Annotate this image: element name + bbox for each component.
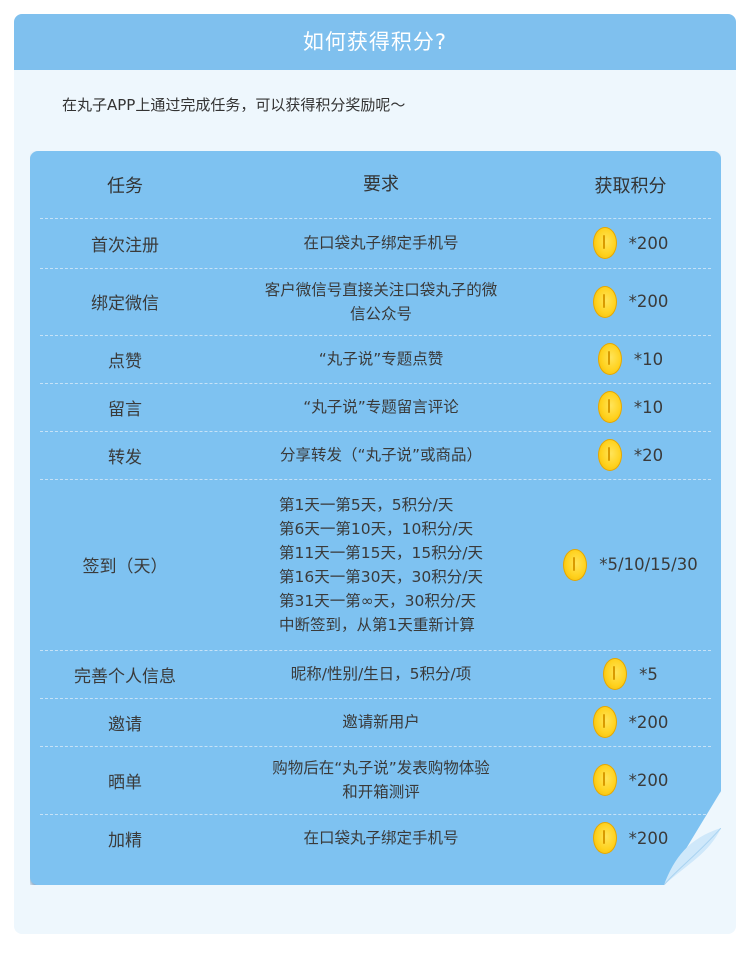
- gold-coin-icon: [603, 658, 628, 690]
- requirement-line: 第11天一第15天，15积分/天: [279, 543, 483, 562]
- requirement-line: 信公众号: [349, 304, 412, 323]
- task-requirement: 第1天一第5天，5积分/天第6天一第10天，10积分/天 第11天一第15天，15…: [215, 479, 547, 650]
- points-award: *200: [592, 764, 669, 796]
- points-cell: *10: [550, 383, 711, 431]
- points-value: *200: [628, 233, 669, 253]
- points-award: *200: [592, 822, 669, 854]
- points-value: *5: [639, 664, 658, 684]
- points-award: *5: [603, 658, 658, 690]
- table-row-checkin: 签到（天） 第1天一第5天，5积分/天第6天一第10天，10积分/天 第11天一第1…: [40, 479, 711, 651]
- points-cell: *200: [550, 698, 711, 746]
- task-requirement: 分享转发（“丸子说”或商品）: [215, 431, 547, 479]
- points-cell: *5: [550, 650, 711, 698]
- task-requirement: 在口袋丸子绑定手机号: [215, 218, 547, 268]
- points-value: *10: [633, 397, 664, 417]
- task-name: 首次注册: [91, 235, 159, 256]
- points-cell: *200: [550, 268, 711, 335]
- task-requirement: 在口袋丸子绑定手机号: [215, 814, 547, 862]
- requirement-line: 第6天一第10天，10积分/天: [279, 519, 474, 538]
- requirement-line: “丸子说”专题点赞: [318, 350, 444, 368]
- task-name: 点赞: [108, 351, 142, 372]
- task-name: 留言: [108, 399, 142, 420]
- task-requirement: 购物后在“丸子说”发表购物体验 和开箱测评: [215, 746, 547, 814]
- points-award: *200: [592, 285, 669, 318]
- page-title: 如何获得积分?: [302, 30, 448, 54]
- task-name: 晒单: [108, 772, 142, 793]
- task-requirement: 邀请新用户: [215, 698, 547, 746]
- task-requirement: “丸子说”专题留言评论: [215, 383, 547, 431]
- requirement-line: 分享转发（“丸子说”或商品）: [279, 446, 483, 464]
- requirement-line: 中断签到，从第1天重新计算: [279, 615, 475, 634]
- task-name: 邀请: [108, 714, 142, 735]
- task-name: 完善个人信息: [74, 666, 176, 687]
- points-award: *10: [597, 343, 664, 375]
- table-row-featured: 加精 在口袋丸子绑定手机号 *200: [40, 814, 711, 862]
- table-row-share: 转发 分享转发（“丸子说”或商品） *20: [40, 431, 711, 480]
- requirement-line: 第16天一第30天，30积分/天: [279, 567, 483, 586]
- points-cell: *200: [550, 746, 711, 814]
- page: 如何获得积分? 在丸子APP上通过完成任务，可以获得积分奖励呢～ 任务 要求 获…: [0, 0, 750, 955]
- gold-coin-icon: [563, 548, 588, 581]
- table-row-comment: 留言 “丸子说”专题留言评论 *10: [40, 383, 711, 432]
- table-row-show-order: 晒单 购物后在“丸子说”发表购物体验 和开箱测评 *200: [40, 746, 711, 815]
- rules-table-card: 任务 要求 获取积分 首次注册 在口袋丸子绑定手机号 *200 绑定微信 客户微信号直接…: [30, 151, 721, 885]
- points-award: *10: [597, 391, 664, 423]
- gold-coin-icon: [592, 706, 617, 738]
- gold-coin-icon: [592, 764, 617, 796]
- column-header-task: 任务: [107, 175, 143, 197]
- points-value: *20: [633, 445, 664, 465]
- requirement-line: 客户微信号直接关注口袋丸子的微: [264, 280, 498, 299]
- gold-coin-icon: [597, 391, 622, 423]
- task-name: 加精: [108, 830, 142, 851]
- points-award: *20: [597, 439, 664, 471]
- points-cell: *20: [550, 431, 711, 479]
- table-row-like: 点赞 “丸子说”专题点赞 *10: [40, 335, 711, 384]
- column-header-points: 获取积分: [594, 175, 667, 197]
- table-row-first-register: 首次注册 在口袋丸子绑定手机号 *200: [40, 218, 711, 269]
- points-cell: *10: [550, 335, 711, 383]
- requirement-line: 在口袋丸子绑定手机号: [303, 234, 459, 252]
- requirement-line: 第1天一第5天，5积分/天: [279, 495, 454, 514]
- intro-text: 在丸子APP上通过完成任务，可以获得积分奖励呢～: [62, 96, 406, 114]
- task-name: 签到（天）: [82, 557, 168, 577]
- table-header-row: 任务 要求 获取积分: [40, 151, 711, 219]
- requirement-line: 第31天一第∞天，30积分/天: [279, 591, 477, 610]
- points-value: *200: [628, 770, 669, 790]
- table-row-bind-wechat: 绑定微信 客户微信号直接关注口袋丸子的微 信公众号 *200: [40, 268, 711, 336]
- scalloped-edge: [14, 928, 736, 940]
- panel-header: 如何获得积分?: [14, 14, 736, 70]
- page-curl-corner: [664, 828, 721, 885]
- task-name: 绑定微信: [91, 294, 159, 314]
- points-value: *10: [633, 349, 664, 369]
- points-cell: *200: [550, 218, 711, 268]
- requirement-line: 和开箱测评: [342, 783, 420, 801]
- requirement-line: 购物后在“丸子说”发表购物体验: [272, 759, 490, 777]
- points-award: *200: [592, 227, 669, 259]
- task-requirement: “丸子说”专题点赞: [215, 335, 547, 383]
- points-value: *200: [628, 292, 669, 311]
- points-award: *5/10/15/30: [563, 548, 698, 581]
- requirement-line: 在口袋丸子绑定手机号: [303, 829, 459, 847]
- table-row-invite: 邀请 邀请新用户 *200: [40, 698, 711, 747]
- gold-coin-icon: [597, 343, 622, 375]
- column-header-requirement: 要求: [363, 173, 399, 195]
- requirement-line: 邀请新用户: [342, 713, 420, 731]
- points-value: *200: [628, 828, 669, 848]
- gold-coin-icon: [592, 822, 617, 854]
- gold-coin-icon: [597, 439, 622, 471]
- points-award: *200: [592, 706, 669, 738]
- gold-coin-icon: [592, 285, 617, 318]
- points-cell: *5/10/15/30: [550, 479, 711, 650]
- points-value: *200: [628, 712, 669, 732]
- gold-coin-icon: [592, 227, 617, 259]
- requirement-line: “丸子说”专题留言评论: [303, 398, 459, 416]
- points-value: *5/10/15/30: [599, 555, 698, 574]
- table-row-complete-profile: 完善个人信息 昵称/性别/生日，5积分/项 *5: [40, 650, 711, 699]
- task-requirement: 昵称/性别/生日，5积分/项: [215, 650, 547, 698]
- task-name: 转发: [108, 447, 142, 468]
- requirement-line: 昵称/性别/生日，5积分/项: [290, 665, 472, 683]
- task-requirement: 客户微信号直接关注口袋丸子的微 信公众号: [215, 268, 547, 335]
